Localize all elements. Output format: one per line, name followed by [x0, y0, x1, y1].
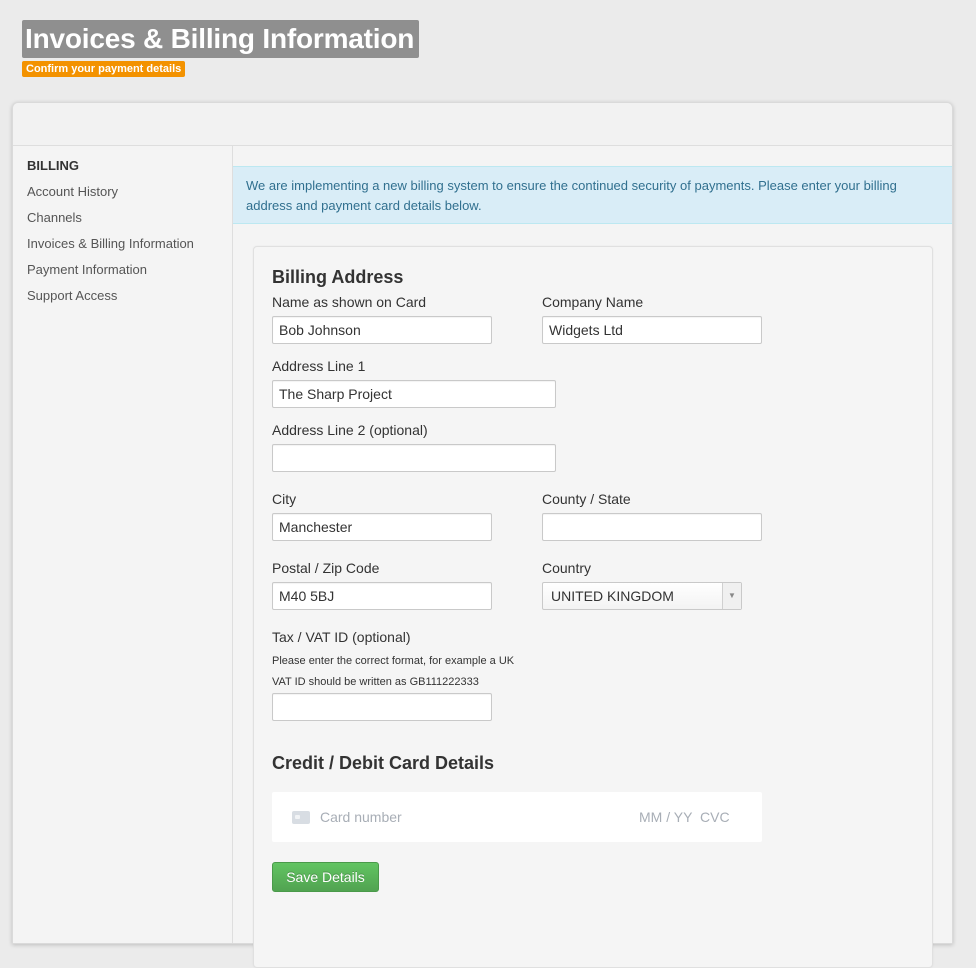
address1-input[interactable]	[272, 380, 556, 408]
postal-input[interactable]	[272, 582, 492, 610]
page-header: Invoices & Billing Information Confirm y…	[22, 20, 420, 77]
chevron-down-icon: ▼	[722, 583, 741, 609]
save-details-button[interactable]: Save Details	[272, 862, 379, 892]
billing-form: Billing Address Name as shown on Card Co…	[253, 246, 933, 968]
sidebar-item-invoices-billing[interactable]: Invoices & Billing Information	[13, 231, 232, 257]
vat-help-text: Please enter the correct format, for exa…	[272, 655, 515, 688]
content-area: We are implementing a new billing system…	[233, 146, 952, 968]
country-select[interactable]: UNITED KINGDOM ▼	[542, 582, 742, 610]
card-details-title: Credit / Debit Card Details	[272, 753, 495, 773]
address2-input[interactable]	[272, 444, 556, 472]
main-panel: BILLING Account History Channels Invoice…	[12, 102, 953, 968]
billing-address-title: Billing Address	[272, 267, 404, 287]
info-alert: We are implementing a new billing system…	[233, 166, 952, 224]
card-cvc-placeholder[interactable]: CVC	[700, 809, 730, 825]
sidebar-item-channels[interactable]: Channels	[13, 205, 232, 231]
sidebar-item-account-history[interactable]: Account History	[13, 179, 232, 205]
country-selected-value: UNITED KINGDOM	[551, 588, 674, 604]
city-label: City	[272, 491, 297, 507]
panel-toolbar	[13, 103, 952, 146]
card-field[interactable]: Card number MM / YY CVC	[272, 792, 762, 842]
card-expiry-placeholder[interactable]: MM / YY	[639, 809, 692, 825]
address2-label: Address Line 2 (optional)	[272, 422, 428, 438]
city-input[interactable]	[272, 513, 492, 541]
country-label: Country	[542, 560, 592, 576]
sidebar: BILLING Account History Channels Invoice…	[13, 146, 233, 943]
page-subtitle: Confirm your payment details	[22, 61, 186, 77]
credit-card-icon	[292, 811, 310, 824]
company-input[interactable]	[542, 316, 762, 344]
card-number-placeholder[interactable]: Card number	[320, 809, 402, 825]
state-input[interactable]	[542, 513, 762, 541]
company-label: Company Name	[542, 294, 644, 310]
vat-label: Tax / VAT ID (optional)	[272, 629, 411, 645]
vat-input[interactable]	[272, 693, 492, 721]
sidebar-nav: Account History Channels Invoices & Bill…	[13, 179, 232, 309]
name-input[interactable]	[272, 316, 492, 344]
state-label: County / State	[542, 491, 631, 507]
sidebar-item-payment-information[interactable]: Payment Information	[13, 257, 232, 283]
page-title: Invoices & Billing Information	[22, 20, 420, 58]
sidebar-item-support-access[interactable]: Support Access	[13, 283, 232, 309]
address1-label: Address Line 1	[272, 358, 366, 374]
name-label: Name as shown on Card	[272, 294, 427, 310]
postal-label: Postal / Zip Code	[272, 560, 380, 576]
sidebar-heading: BILLING	[27, 158, 79, 173]
